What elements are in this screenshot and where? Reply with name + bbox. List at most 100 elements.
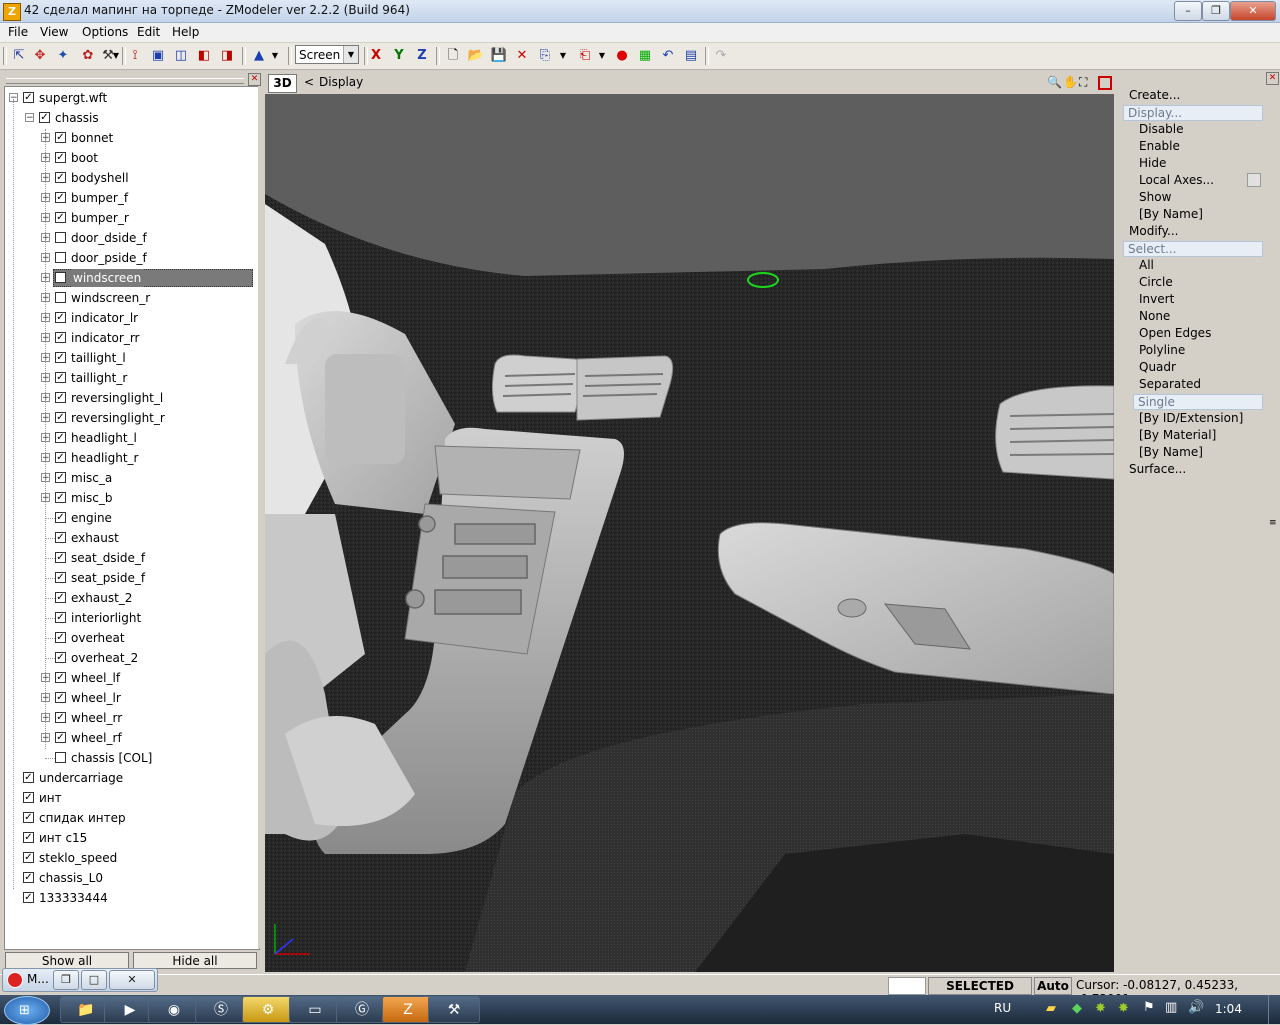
pan-icon[interactable]: ✋: [1063, 75, 1078, 89]
tree-item[interactable]: + ✓ reversinglight_l: [5, 389, 255, 407]
breadcrumb-back-icon[interactable]: <: [304, 75, 314, 89]
material-dropdown-icon[interactable]: ▼: [270, 47, 280, 65]
command-item[interactable]: None: [1139, 309, 1170, 323]
visibility-checkbox[interactable]: ✓: [55, 612, 66, 623]
minimized-window[interactable]: M... ❐ □ ✕: [2, 968, 158, 992]
visibility-checkbox[interactable]: ✓: [55, 432, 66, 443]
visibility-checkbox[interactable]: ✓: [39, 112, 50, 123]
tray-volume-icon[interactable]: 🔊: [1188, 1000, 1204, 1015]
tree-item[interactable]: chassis [COL]: [5, 749, 255, 767]
selected-mode-indicator[interactable]: SELECTED MODE: [928, 977, 1032, 1009]
material-icon[interactable]: ▲: [250, 47, 268, 65]
visibility-checkbox[interactable]: [55, 232, 66, 243]
tree-scrollbar[interactable]: [258, 86, 262, 948]
tree-item[interactable]: ✓ инт с15: [5, 829, 255, 847]
menu-edit[interactable]: Edit: [137, 25, 160, 39]
visibility-checkbox[interactable]: ✓: [23, 92, 34, 103]
figure-icon[interactable]: ✦: [54, 47, 72, 65]
visibility-checkbox[interactable]: ✓: [55, 472, 66, 483]
tree-item[interactable]: ✓ interiorlight: [5, 609, 255, 627]
tree-item[interactable]: + ✓ taillight_r: [5, 369, 255, 387]
tree-item[interactable]: + ✓ headlight_r: [5, 449, 255, 467]
visibility-checkbox[interactable]: ✓: [23, 832, 34, 843]
maximize-viewport-icon[interactable]: [1098, 76, 1112, 90]
command-item[interactable]: Separated: [1139, 377, 1201, 391]
show-all-button[interactable]: Show all: [5, 952, 129, 969]
command-item[interactable]: Polyline: [1139, 343, 1185, 357]
zoom-icon[interactable]: 🔍: [1047, 75, 1062, 89]
visibility-checkbox[interactable]: ✓: [55, 412, 66, 423]
scroll-thumb-icon[interactable]: ≡: [1269, 518, 1277, 528]
visibility-checkbox[interactable]: ✓: [55, 132, 66, 143]
visibility-checkbox[interactable]: ✓: [55, 352, 66, 363]
tree-item[interactable]: + ✓ bodyshell: [5, 169, 255, 187]
visibility-checkbox[interactable]: ✓: [55, 172, 66, 183]
visibility-checkbox[interactable]: ✓: [55, 452, 66, 463]
vertex-icon[interactable]: ⟟: [126, 47, 144, 65]
tree-item[interactable]: + ✓ indicator_lr: [5, 309, 255, 327]
tree-item[interactable]: + ✓ headlight_l: [5, 429, 255, 447]
tree-item[interactable]: − ✓ supergt.wft: [5, 89, 255, 107]
language-indicator[interactable]: RU: [994, 1001, 1011, 1015]
tree-item[interactable]: ✓ chassis_L0: [5, 869, 255, 887]
auto-mode-indicator[interactable]: Auto: [1034, 977, 1072, 995]
command-item[interactable]: Quadr: [1139, 360, 1176, 374]
taskbar-app-icon[interactable]: ⚙: [242, 996, 294, 1023]
visibility-checkbox[interactable]: ✓: [23, 892, 34, 903]
command-item[interactable]: Select...: [1123, 241, 1263, 257]
command-item[interactable]: [By Name]: [1139, 207, 1203, 221]
tree-item[interactable]: ✓ seat_dside_f: [5, 549, 255, 567]
tools-dropdown-icon[interactable]: ▼: [111, 47, 121, 65]
tree-item[interactable]: + ✓ bonnet: [5, 129, 255, 147]
visibility-checkbox[interactable]: ✓: [55, 392, 66, 403]
command-item[interactable]: Display...: [1123, 105, 1263, 121]
options-icon[interactable]: ✿: [79, 47, 97, 65]
visibility-checkbox[interactable]: [55, 252, 66, 263]
close-child-button[interactable]: ✕: [109, 970, 155, 990]
close-button[interactable]: ✕: [1230, 1, 1276, 21]
chevron-down-icon[interactable]: ▼: [343, 46, 358, 63]
tree-item[interactable]: + ✓ misc_a: [5, 469, 255, 487]
tree-item[interactable]: + ✓ bumper_r: [5, 209, 255, 227]
save-icon[interactable]: 💾: [490, 47, 508, 65]
tree-item[interactable]: ✓ спидак интер: [5, 809, 255, 827]
command-item[interactable]: [By Material]: [1139, 428, 1216, 442]
command-item[interactable]: [By Name]: [1139, 445, 1203, 459]
command-item[interactable]: Show: [1139, 190, 1171, 204]
tree-item[interactable]: ✓ overheat: [5, 629, 255, 647]
axis-y-button[interactable]: Y: [390, 47, 408, 65]
cube-shade-icon[interactable]: ◨: [218, 47, 236, 65]
command-item[interactable]: Local Axes...: [1139, 173, 1214, 187]
clock[interactable]: 1:04: [1215, 1002, 1242, 1016]
minimize-button[interactable]: –: [1174, 1, 1202, 21]
tree-item[interactable]: + ✓ boot: [5, 149, 255, 167]
cube-wire-icon[interactable]: ▣: [149, 47, 167, 65]
tree-item[interactable]: + windscreen_r: [5, 289, 255, 307]
coordinate-system-select[interactable]: Screen ▼: [295, 45, 359, 64]
tray-bug2-icon[interactable]: ✸: [1118, 1001, 1129, 1016]
fit-view-icon[interactable]: ⛶: [1079, 75, 1087, 90]
tray-folder-icon[interactable]: ▰: [1046, 1001, 1056, 1016]
visibility-checkbox[interactable]: [55, 752, 66, 763]
command-item[interactable]: Circle: [1139, 275, 1173, 289]
view-3d-button[interactable]: 3D: [268, 74, 297, 93]
visibility-checkbox[interactable]: ✓: [55, 692, 66, 703]
zmodeler-app-icon[interactable]: Z: [3, 3, 21, 21]
tree-item[interactable]: + windscreen: [5, 269, 255, 287]
maximize-button[interactable]: ❐: [1202, 1, 1230, 21]
tree-item[interactable]: ✓ undercarriage: [5, 769, 255, 787]
tray-flag-icon[interactable]: ⚑: [1143, 1000, 1155, 1015]
visibility-checkbox[interactable]: [55, 272, 66, 283]
visibility-checkbox[interactable]: ✓: [55, 572, 66, 583]
axis-x-button[interactable]: X: [367, 47, 385, 65]
close-command-panel-icon[interactable]: ✕: [1266, 72, 1279, 85]
start-button[interactable]: ⊞: [4, 996, 50, 1025]
visibility-checkbox[interactable]: ✓: [55, 592, 66, 603]
visibility-checkbox[interactable]: ✓: [55, 152, 66, 163]
tree-item[interactable]: + ✓ wheel_lf: [5, 669, 255, 687]
tree-item[interactable]: + ✓ wheel_lr: [5, 689, 255, 707]
visibility-checkbox[interactable]: ✓: [55, 512, 66, 523]
redo-icon[interactable]: ↷: [712, 47, 730, 65]
3d-viewport[interactable]: [265, 94, 1114, 972]
tree-item[interactable]: + ✓ taillight_l: [5, 349, 255, 367]
